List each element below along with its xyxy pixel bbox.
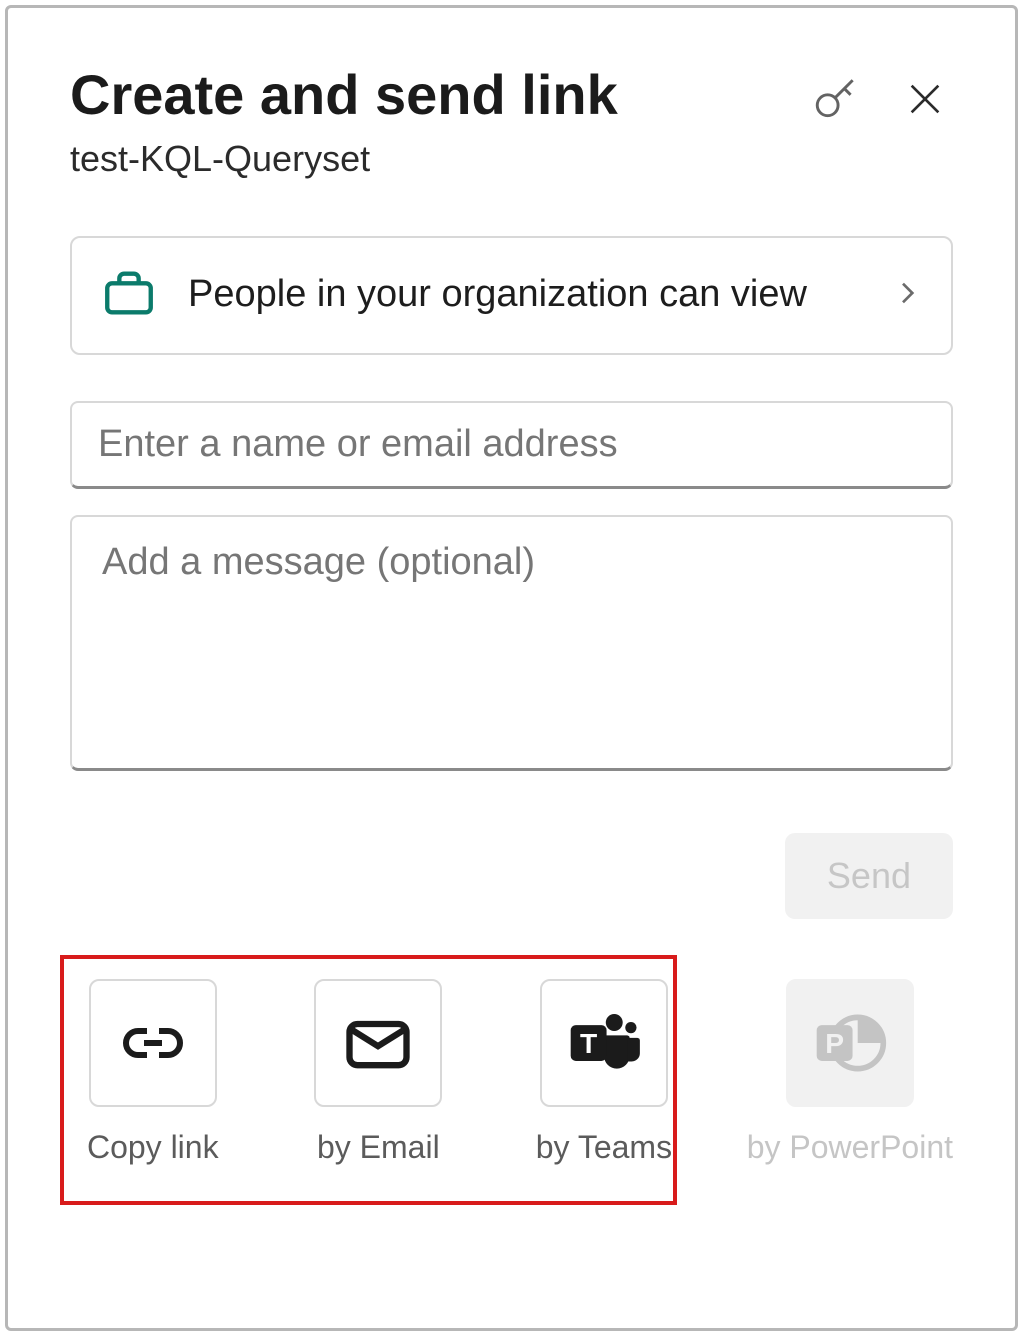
dialog-header: Create and send link test-KQL-Queryset [70,64,953,180]
powerpoint-icon: P [809,1002,891,1084]
link-settings-row[interactable]: People in your organization can view [70,236,953,355]
by-teams-label: by Teams [536,1129,672,1166]
key-icon [811,74,861,124]
share-dialog: Create and send link test-KQL-Queryset [5,5,1018,1331]
svg-text:T: T [580,1027,597,1059]
teams-icon: T [563,1002,645,1084]
by-powerpoint-label: by PowerPoint [747,1129,953,1166]
recipient-input[interactable] [70,401,953,489]
svg-text:P: P [825,1027,844,1059]
send-row: Send [70,833,953,919]
share-options-row: Copy link by Email T [70,979,953,1166]
briefcase-icon [100,264,158,327]
by-email-option: by Email [296,979,462,1166]
copy-link-label: Copy link [87,1129,219,1166]
by-email-label: by Email [317,1129,440,1166]
dialog-title: Create and send link [70,64,811,126]
dialog-subtitle: test-KQL-Queryset [70,138,811,180]
key-button[interactable] [811,74,861,124]
by-powerpoint-button[interactable]: P [786,979,914,1107]
by-email-button[interactable] [314,979,442,1107]
header-actions [811,74,953,124]
close-button[interactable] [905,79,945,119]
by-teams-option: T by Teams [521,979,687,1166]
close-icon [905,79,945,119]
send-button[interactable]: Send [785,833,953,919]
mail-icon [340,1005,416,1081]
by-teams-button[interactable]: T [540,979,668,1107]
by-powerpoint-option: P by PowerPoint [747,979,953,1166]
copy-link-option: Copy link [70,979,236,1166]
copy-link-button[interactable] [89,979,217,1107]
link-icon [117,1007,189,1079]
link-settings-text: People in your organization can view [188,269,891,320]
message-input[interactable] [70,515,953,771]
chevron-right-icon [891,277,923,314]
title-wrap: Create and send link test-KQL-Queryset [70,64,811,180]
